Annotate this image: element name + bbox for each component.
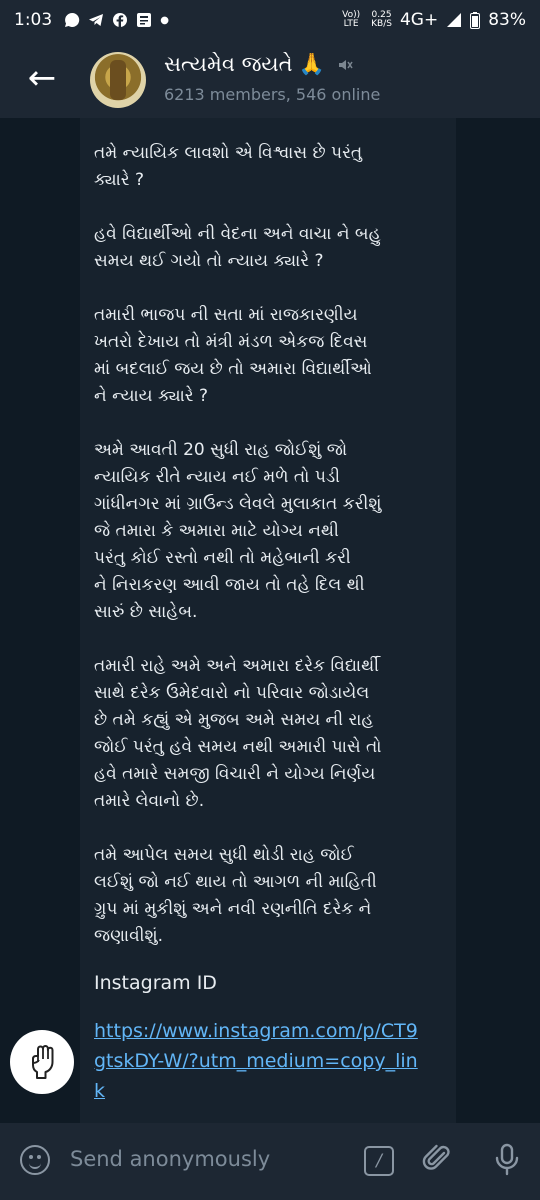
signal-icon xyxy=(447,13,462,27)
net-speed-unit: KB/S xyxy=(371,19,392,29)
attach-icon[interactable] xyxy=(422,1141,452,1175)
emoji-icon[interactable] xyxy=(20,1145,50,1175)
message-input-bar: Send anonymously / xyxy=(0,1123,540,1200)
microphone-icon[interactable] xyxy=(494,1143,520,1177)
telegram-icon xyxy=(89,14,104,26)
fist-button[interactable] xyxy=(10,1030,74,1094)
status-time: 1:03 xyxy=(14,10,53,30)
news-icon xyxy=(137,13,152,27)
avatar-emblem xyxy=(110,60,126,100)
muted-speaker-icon xyxy=(338,59,353,70)
status-right: Vo)) LTE 0.25 KB/S 4G+ 83% xyxy=(339,10,526,30)
instagram-label: Instagram ID xyxy=(94,972,217,994)
chat-header: ← સત્યમેવ જયતે 🙏 6213 members, 546 onlin… xyxy=(0,40,540,118)
member-count: 6213 members, 546 online xyxy=(164,85,381,104)
instagram-link[interactable]: https://www.instagram.com/p/CT9gtskDY-W/… xyxy=(94,1016,424,1106)
raised-fist-icon xyxy=(32,1045,54,1079)
chat-title-text: સત્યમેવ જયતે xyxy=(164,52,293,76)
facebook-icon xyxy=(113,13,128,28)
back-arrow-icon[interactable]: ← xyxy=(22,60,62,100)
battery-percent: 83% xyxy=(488,10,526,30)
group-avatar[interactable] xyxy=(90,52,146,108)
bot-command-icon[interactable]: / xyxy=(364,1146,394,1176)
status-bar: 1:03 ● Vo)) LTE 0.25 KB/S 4G+ 83% xyxy=(0,0,540,40)
battery-icon xyxy=(470,11,481,29)
volte-indicator: Vo)) LTE xyxy=(342,10,361,29)
net-speed: 0.25 KB/S xyxy=(371,11,392,29)
message-input[interactable]: Send anonymously xyxy=(70,1147,270,1171)
network-type: 4G+ xyxy=(399,10,439,30)
notification-icons: ● xyxy=(64,12,169,28)
message-text: તમે ન્યાયિક લાવશો એ વિશ્વાસ છે પરંતુ ક્ય… xyxy=(94,143,382,946)
chat-bubble-icon xyxy=(65,12,80,27)
chat-title[interactable]: સત્યમેવ જયતે 🙏 xyxy=(164,52,353,77)
more-dot-icon: ● xyxy=(160,14,169,26)
folded-hands-emoji: 🙏 xyxy=(298,52,325,76)
